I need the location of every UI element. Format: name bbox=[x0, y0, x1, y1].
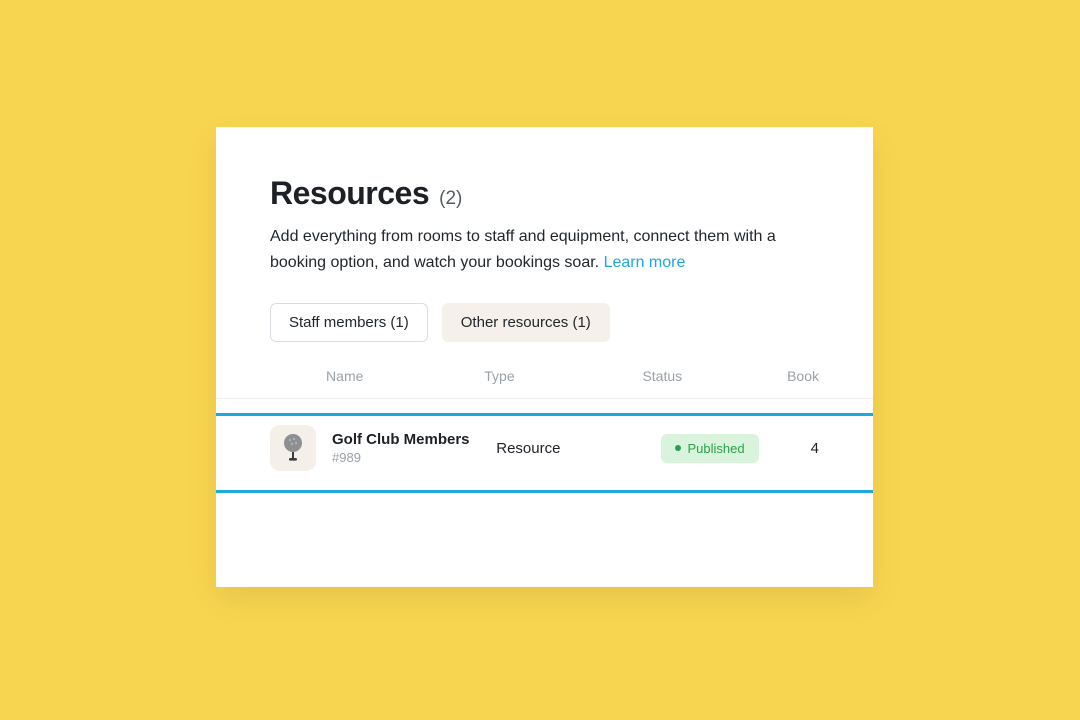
column-header-status: Status bbox=[642, 368, 787, 384]
row-name-block: Golf Club Members #989 bbox=[332, 431, 496, 465]
status-text: Published bbox=[688, 441, 745, 456]
tab-row: Staff members (1) Other resources (1) bbox=[270, 303, 819, 342]
row-type: Resource bbox=[496, 440, 660, 457]
column-header-type: Type bbox=[484, 368, 642, 384]
page-title-row: Resources (2) bbox=[270, 175, 819, 212]
status-badge: Published bbox=[661, 434, 759, 463]
page-title: Resources bbox=[270, 175, 429, 212]
tab-other-resources[interactable]: Other resources (1) bbox=[442, 303, 610, 342]
table-header: Name Type Status Book bbox=[216, 368, 873, 399]
row-id: #989 bbox=[332, 450, 496, 465]
row-book-count: 4 bbox=[811, 440, 819, 457]
description-text: Add everything from rooms to staff and e… bbox=[270, 228, 776, 271]
page-title-count: (2) bbox=[439, 188, 462, 210]
column-header-name: Name bbox=[326, 368, 484, 384]
golf-ball-icon bbox=[270, 425, 316, 471]
table-row[interactable]: Golf Club Members #989 Resource Publishe… bbox=[216, 399, 873, 497]
page-description: Add everything from rooms to staff and e… bbox=[270, 224, 819, 275]
column-header-book: Book bbox=[787, 368, 819, 384]
status-dot-icon bbox=[675, 445, 681, 451]
row-status: Published bbox=[661, 434, 811, 463]
learn-more-link[interactable]: Learn more bbox=[604, 254, 686, 271]
resources-panel: Resources (2) Add everything from rooms … bbox=[216, 127, 873, 587]
row-name: Golf Club Members bbox=[332, 431, 496, 448]
tab-staff-members[interactable]: Staff members (1) bbox=[270, 303, 428, 342]
